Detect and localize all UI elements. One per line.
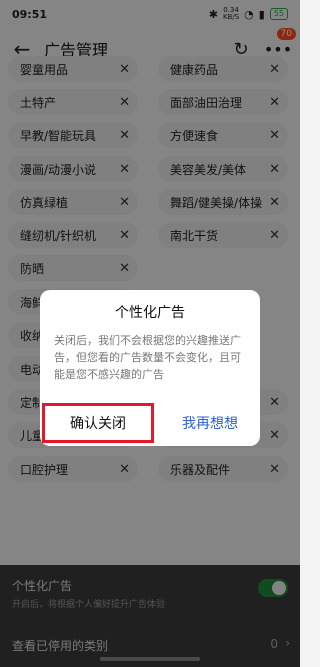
reconsider-button[interactable]: 我再想想: [160, 403, 260, 443]
confirm-close-button[interactable]: 确认关闭: [42, 403, 154, 443]
dialog-message: 关闭后，我们不会根据您的兴趣推送广告，但您看的广告数量不会变化，且可能是您不感兴…: [54, 334, 241, 381]
dialog-title: 个性化广告: [115, 305, 185, 321]
confirm-dialog: 个性化广告 关闭后，我们不会根据您的兴趣推送广告，但您看的广告数量不会变化，且可…: [40, 290, 260, 446]
